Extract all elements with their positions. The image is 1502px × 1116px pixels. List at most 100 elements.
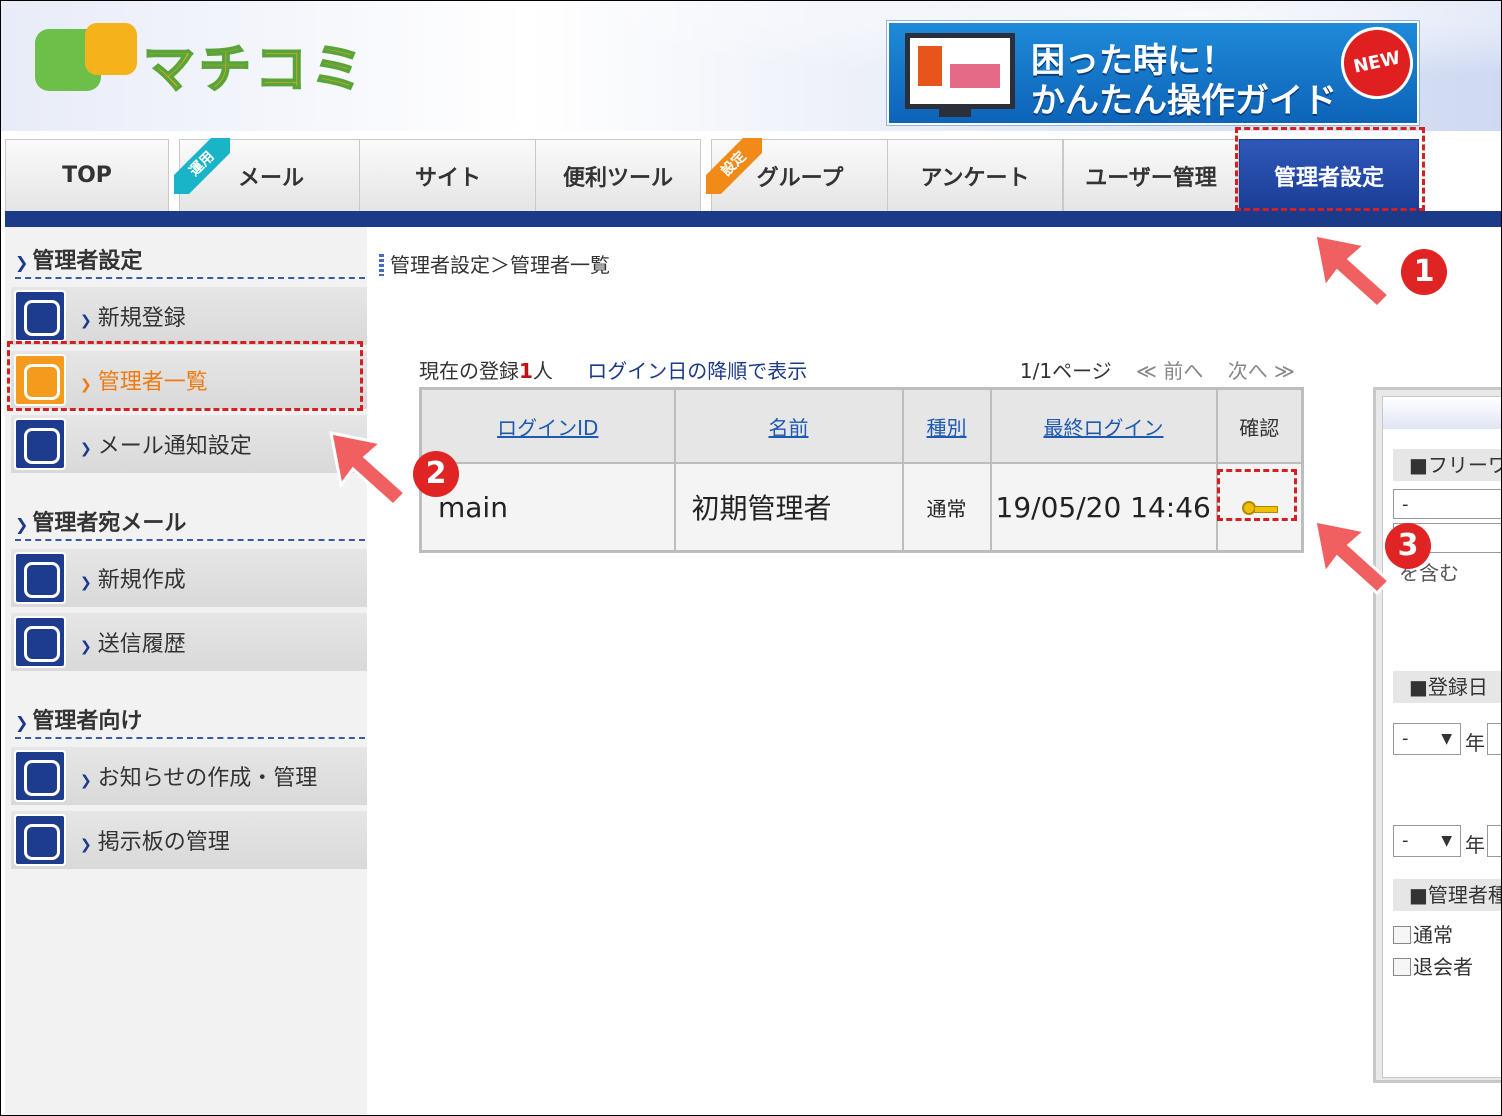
checkbox bbox=[1393, 958, 1411, 976]
tab-label: TOP bbox=[62, 163, 112, 188]
tab-site[interactable]: サイト bbox=[359, 139, 537, 211]
sidebar-item-label: ❯ 掲示板の管理 bbox=[80, 830, 230, 855]
col-confirm: 確認 bbox=[1215, 387, 1304, 464]
year-label: 年 bbox=[1465, 833, 1485, 857]
arrow-icon bbox=[1313, 519, 1392, 595]
sidebar-heading-for-admins: ❯ 管理者向け bbox=[15, 703, 365, 739]
dropdown-arrow-icon: ▼ bbox=[1441, 833, 1452, 849]
arrow-icon bbox=[1313, 233, 1392, 309]
breadcrumb: 管理者設定＞管理者一覧 bbox=[379, 249, 610, 278]
bulletin-board-icon bbox=[14, 814, 66, 866]
highlight-admin-list bbox=[7, 341, 363, 411]
pagination: 1/1ページ ≪ 前へ 次へ ≫ bbox=[1020, 355, 1295, 384]
sidebar-item-sent-history[interactable]: ❯ 送信履歴 bbox=[11, 613, 367, 671]
tab-label: グループ bbox=[756, 165, 844, 191]
tab-tools[interactable]: 便利ツール bbox=[535, 139, 701, 211]
search-panel-header bbox=[1383, 397, 1501, 429]
tab-group[interactable]: 設定 グループ bbox=[706, 138, 889, 211]
cell-name: 初期管理者 bbox=[673, 462, 904, 553]
reg-date-to-month-select[interactable] bbox=[1487, 825, 1501, 857]
sidebar-item-bulletin-board[interactable]: ❯ 掲示板の管理 bbox=[11, 811, 367, 869]
sidebar-item-label: ❯ お知らせの作成・管理 bbox=[80, 766, 318, 791]
listing-info: 現在の登録1人 ログイン日の降順で表示 1/1ページ ≪ 前へ 次へ ≫ bbox=[419, 355, 1301, 383]
step-badge-1: 1 bbox=[1401, 249, 1447, 295]
sidebar-item-label: ❯ メール通知設定 bbox=[80, 434, 252, 459]
reg-date-label: ■登録日 bbox=[1393, 671, 1501, 703]
sidebar-heading-admin-mail: ❯ 管理者宛メール bbox=[15, 505, 365, 541]
admin-type-label: ■管理者種 bbox=[1393, 879, 1501, 911]
notice-icon bbox=[14, 750, 66, 802]
count-suffix: 人 bbox=[532, 359, 553, 383]
free-word-label: ■フリーワ bbox=[1393, 449, 1501, 481]
chevron-right-icon: ❯ bbox=[15, 713, 29, 732]
chevron-right-icon: ❯ bbox=[15, 515, 29, 534]
col-last-login[interactable]: 最終ログイン bbox=[989, 387, 1218, 464]
sidebar-item-label: ❯ 送信履歴 bbox=[80, 632, 186, 657]
page-info: 1/1ページ bbox=[1019, 359, 1112, 383]
option-withdrawn[interactable]: 退会者 bbox=[1393, 951, 1473, 980]
banner-title-line2: かんたん操作ガイド bbox=[1031, 81, 1337, 121]
sent-history-icon bbox=[14, 616, 66, 668]
arrow-icon bbox=[329, 431, 408, 507]
option-normal[interactable]: 通常 bbox=[1393, 919, 1453, 948]
sidebar-item-compose[interactable]: ❯ 新規作成 bbox=[11, 549, 367, 607]
cell-last-login: 19/05/20 14:46 bbox=[989, 462, 1218, 553]
dropdown-arrow-icon: ▼ bbox=[1441, 731, 1452, 747]
checkbox bbox=[1393, 926, 1411, 944]
table-row: main 初期管理者 通常 19/05/20 14:46 bbox=[419, 462, 1304, 553]
tab-mail[interactable]: 運用 メール bbox=[174, 138, 363, 211]
tab-user-management[interactable]: ユーザー管理 bbox=[1063, 139, 1239, 211]
nav-underline bbox=[5, 211, 1501, 227]
sort-order-text: ログイン日の降順で表示 bbox=[587, 359, 808, 383]
breadcrumb-marker bbox=[379, 254, 384, 276]
next-page-link[interactable]: 次へ ≫ bbox=[1228, 359, 1295, 383]
sidebar-item-label: ❯ 新規登録 bbox=[80, 306, 186, 331]
guide-banner[interactable]: 困った時に！ かんたん操作ガイド NEW bbox=[887, 20, 1420, 125]
tab-label: サイト bbox=[414, 165, 481, 191]
table-header-row: ログインID 名前 種別 最終ログイン 確認 bbox=[419, 387, 1304, 464]
sidebar-heading-admin-settings: ❯ 管理者設定 bbox=[15, 243, 365, 279]
sidebar-item-new-registration[interactable]: ❯ 新規登録 bbox=[11, 287, 367, 345]
reg-date-from-year-select[interactable]: - ▼ bbox=[1393, 723, 1461, 755]
search-panel-inner: ■フリーワ - を含む ■登録日 - ▼ 年 - ▼ 年 ■管理者種 通常 退会者 bbox=[1382, 396, 1501, 1078]
col-name[interactable]: 名前 bbox=[673, 387, 904, 464]
monitor-stand bbox=[939, 109, 971, 117]
sidebar-item-label: ❯ 新規作成 bbox=[80, 568, 186, 593]
tab-label: アンケート bbox=[920, 165, 1030, 191]
reg-date-to-year-select[interactable]: - ▼ bbox=[1393, 825, 1461, 857]
mail-notification-icon bbox=[14, 418, 66, 470]
tab-survey[interactable]: アンケート bbox=[887, 139, 1063, 211]
logo-text: マチコミ bbox=[142, 39, 368, 101]
chevron-right-icon: ❯ bbox=[15, 253, 29, 272]
step-badge-2: 2 bbox=[413, 451, 459, 497]
tab-top[interactable]: TOP bbox=[5, 139, 169, 211]
step-badge-3: 3 bbox=[1385, 523, 1431, 569]
admin-add-icon bbox=[14, 290, 66, 342]
prev-page-link[interactable]: ≪ 前へ bbox=[1136, 359, 1203, 383]
count-prefix: 現在の登録 bbox=[419, 359, 519, 383]
tab-label: メール bbox=[237, 165, 304, 191]
tab-label: ユーザー管理 bbox=[1085, 165, 1217, 191]
compose-mail-icon bbox=[14, 552, 66, 604]
year-label: 年 bbox=[1465, 731, 1485, 755]
col-type[interactable]: 種別 bbox=[901, 387, 992, 464]
highlight-admin-tab bbox=[1235, 127, 1425, 211]
sidebar-item-notices[interactable]: ❯ お知らせの作成・管理 bbox=[11, 747, 367, 805]
cell-type: 通常 bbox=[901, 462, 992, 553]
sidebar-item-mail-notification[interactable]: ❯ メール通知設定 bbox=[11, 415, 367, 473]
reg-date-from-month-select[interactable] bbox=[1487, 723, 1501, 755]
site-logo[interactable]: マチコミ bbox=[35, 23, 405, 103]
tag-settings: 設定 bbox=[706, 138, 762, 194]
search-panel: ■フリーワ - を含む ■登録日 - ▼ 年 - ▼ 年 ■管理者種 通常 退会者 bbox=[1373, 387, 1501, 1083]
admin-table: ログインID 名前 種別 最終ログイン 確認 main 初期管理者 通常 19/… bbox=[419, 387, 1304, 553]
free-word-input[interactable]: - bbox=[1393, 489, 1501, 519]
count-value: 1 bbox=[519, 359, 533, 383]
monitor-icon bbox=[905, 33, 1015, 109]
logo-face-icon bbox=[85, 23, 137, 75]
new-badge: NEW bbox=[1334, 20, 1420, 106]
col-login-id[interactable]: ログインID bbox=[419, 387, 676, 464]
highlight-confirm-icon bbox=[1217, 469, 1297, 521]
tag-operation: 運用 bbox=[174, 138, 230, 194]
tab-label: 便利ツール bbox=[562, 165, 673, 191]
screenshot-frame: マチコミ 困った時に！ かんたん操作ガイド NEW TOP 運用 メール サイト… bbox=[0, 0, 1502, 1116]
